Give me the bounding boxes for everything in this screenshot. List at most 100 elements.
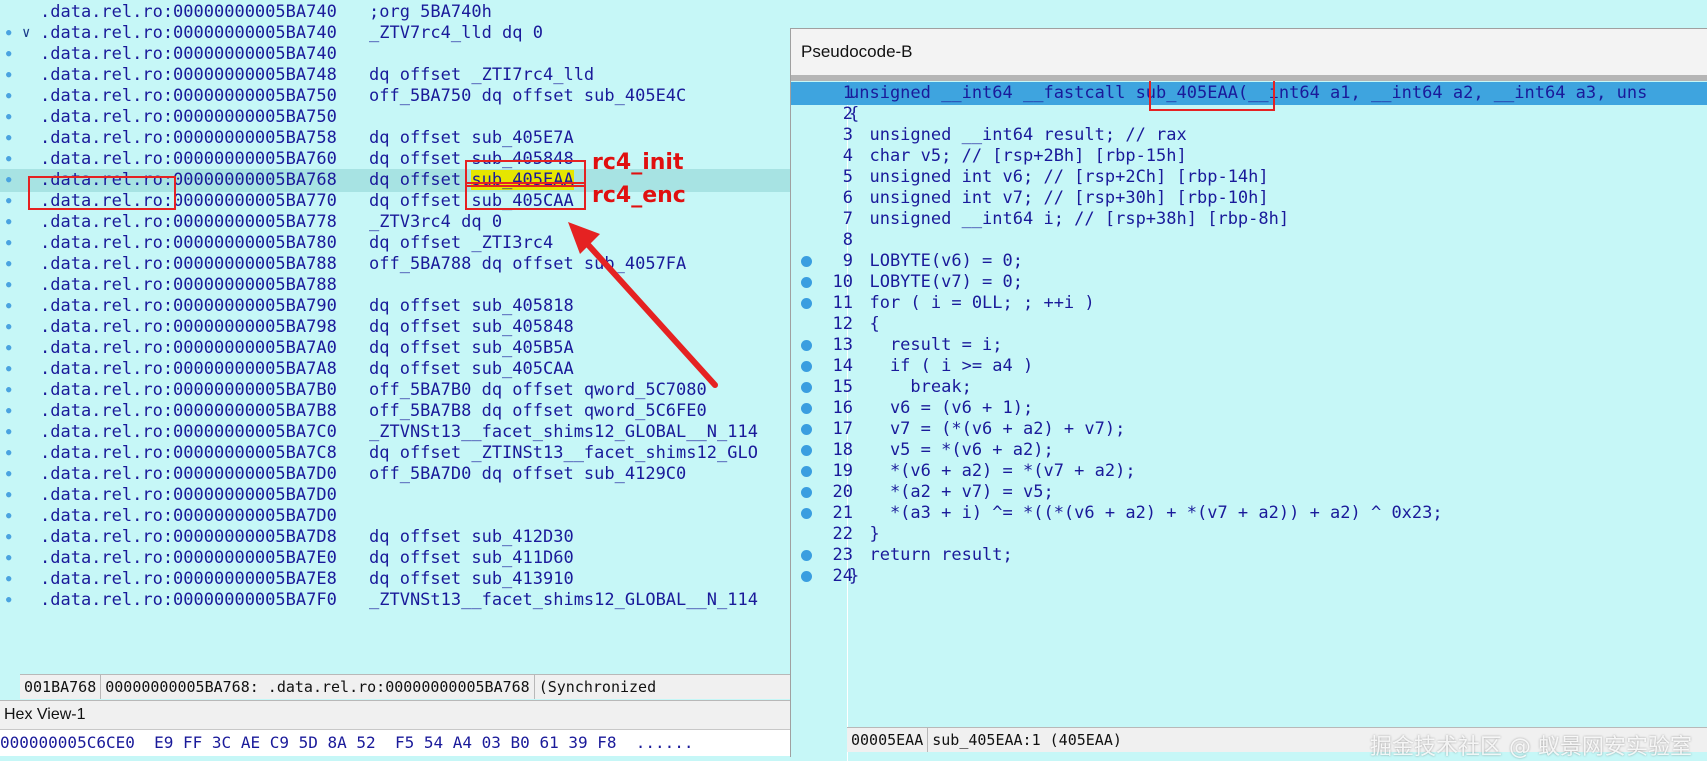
collapse-chevron-icon[interactable]: ∨	[22, 22, 30, 45]
hex-view-line[interactable]: 000000005C6CE0 E9 FF 3C AE C9 5D 8A 52 F…	[0, 730, 790, 756]
pseudocode-text[interactable]: v5 = *(v6 + a2);	[849, 439, 1054, 462]
disasm-line[interactable]: ● .data.rel.ro:00000000005BA7D0 off_5BA7D0…	[0, 463, 790, 486]
disasm-line[interactable]: .data.rel.ro:00000000005BA740 ;org 5BA740…	[0, 1, 790, 24]
disasm-line[interactable]: ● .data.rel.ro:00000000005BA758 dq offset …	[0, 127, 790, 150]
pseudocode-text[interactable]: char v5; // [rsp+2Bh] [rbp-15h]	[849, 145, 1186, 168]
disasm-line[interactable]: ● .data.rel.ro:00000000005BA7D0	[0, 484, 790, 507]
disasm-instruction[interactable]: off_5BA750 dq offset sub_405E4C	[369, 85, 686, 108]
breakpoint-dot-icon[interactable]	[801, 298, 812, 309]
pseudocode-line[interactable]: 12 {	[791, 313, 1707, 336]
pseudocode-line[interactable]: 17 v7 = (*(v6 + a2) + v7);	[791, 418, 1707, 441]
disasm-line[interactable]: ● .data.rel.ro:00000000005BA7C0 _ZTVNSt13_…	[0, 421, 790, 444]
pseudocode-text[interactable]: {	[849, 313, 879, 336]
disasm-line[interactable]: ● .data.rel.ro:00000000005BA7C8 dq offset …	[0, 442, 790, 465]
disasm-line[interactable]: ● .data.rel.ro:00000000005BA7E8 dq offset …	[0, 568, 790, 591]
disasm-instruction[interactable]: dq offset sub_405E7A	[369, 127, 574, 150]
disasm-instruction[interactable]: dq offset sub_413910	[369, 568, 574, 591]
hex-view-tab[interactable]: Hex View-1	[0, 700, 794, 730]
breakpoint-dot-icon[interactable]	[801, 382, 812, 393]
disasm-instruction[interactable]: off_5BA7B8 dq offset qword_5C6FE0	[369, 400, 707, 423]
breakpoint-dot-icon[interactable]	[801, 487, 812, 498]
disasm-line[interactable]: ● ∨ .data.rel.ro:00000000005BA740 _ZTV7rc4_…	[0, 22, 790, 45]
pseudocode-text[interactable]: LOBYTE(v7) = 0;	[849, 271, 1023, 294]
disasm-line[interactable]: ● .data.rel.ro:00000000005BA740	[0, 43, 790, 66]
breakpoint-dot-icon[interactable]	[801, 571, 812, 582]
pseudocode-text[interactable]: break;	[849, 376, 971, 399]
disasm-instruction[interactable]: dq offset sub_411D60	[369, 547, 574, 570]
pseudocode-line[interactable]: 5 unsigned int v6; // [rsp+2Ch] [rbp-14h…	[791, 166, 1707, 189]
pseudocode-text[interactable]: *(a3 + i) ^= *((*(v6 + a2) + *(v7 + a2))…	[849, 502, 1443, 525]
disasm-instruction[interactable]: dq offset _ZTI7rc4_lld	[369, 64, 594, 87]
breakpoint-dot-icon[interactable]	[801, 403, 812, 414]
disasm-instruction[interactable]: dq offset _ZTINSt13__facet_shims12_GLO	[369, 442, 758, 465]
disasm-line[interactable]: ● .data.rel.ro:00000000005BA750	[0, 106, 790, 129]
pseudocode-line[interactable]: 23 return result;	[791, 544, 1707, 567]
pseudocode-text[interactable]: unsigned __int64 result; // rax	[849, 124, 1186, 147]
disasm-line[interactable]: ● .data.rel.ro:00000000005BA7D0	[0, 505, 790, 528]
pseudocode-line[interactable]: 16 v6 = (v6 + 1);	[791, 397, 1707, 420]
pseudocode-line[interactable]: 3 unsigned __int64 result; // rax	[791, 124, 1707, 147]
breakpoint-dot-icon[interactable]	[801, 466, 812, 477]
disasm-instruction[interactable]: dq offset sub_405818	[369, 295, 574, 318]
pseudocode-window[interactable]: Pseudocode-B 1 unsigned __int64 __fastcal…	[790, 28, 1707, 761]
disasm-line[interactable]: ● .data.rel.ro:00000000005BA7F0 _ZTVNSt13_…	[0, 589, 790, 612]
disasm-instruction[interactable]: _ZTV7rc4_lld dq 0	[369, 22, 543, 45]
disasm-instruction[interactable]: dq offset sub_405848	[369, 316, 574, 339]
pseudocode-title-bar[interactable]: Pseudocode-B	[791, 29, 1707, 75]
pseudocode-line[interactable]: 22 }	[791, 523, 1707, 546]
pseudocode-line[interactable]: 4 char v5; // [rsp+2Bh] [rbp-15h]	[791, 145, 1707, 168]
pseudocode-line[interactable]: 7 unsigned __int64 i; // [rsp+38h] [rbp-…	[791, 208, 1707, 231]
disasm-instruction[interactable]: dq offset _ZTI3rc4	[369, 232, 553, 255]
pseudocode-text[interactable]: *(a2 + v7) = v5;	[849, 481, 1054, 504]
breakpoint-dot-icon[interactable]	[801, 256, 812, 267]
pseudocode-text[interactable]: result = i;	[849, 334, 1003, 357]
pseudocode-line[interactable]: 21 *(a3 + i) ^= *((*(v6 + a2) + *(v7 + a…	[791, 502, 1707, 525]
pseudocode-line[interactable]: 19 *(v6 + a2) = *(v7 + a2);	[791, 460, 1707, 483]
disasm-instruction[interactable]: off_5BA7D0 dq offset sub_4129C0	[369, 463, 686, 486]
pseudocode-text[interactable]: LOBYTE(v6) = 0;	[849, 250, 1023, 273]
pseudocode-text[interactable]: for ( i = 0LL; ; ++i )	[849, 292, 1094, 315]
breakpoint-dot-icon[interactable]	[801, 340, 812, 351]
pseudocode-line[interactable]: 11 for ( i = 0LL; ; ++i )	[791, 292, 1707, 315]
breakpoint-dot-icon[interactable]	[801, 445, 812, 456]
pseudocode-text[interactable]: if ( i >= a4 )	[849, 355, 1033, 378]
pseudocode-text[interactable]: v7 = (*(v6 + a2) + v7);	[849, 418, 1125, 441]
disasm-instruction[interactable]: dq offset sub_412D30	[369, 526, 574, 549]
breakpoint-dot-icon[interactable]	[801, 277, 812, 288]
pseudocode-line[interactable]: 8	[791, 229, 1707, 252]
disasm-instruction[interactable]: _ZTV3rc4 dq 0	[369, 211, 502, 234]
breakpoint-dot-icon[interactable]	[801, 424, 812, 435]
breakpoint-dot-icon[interactable]	[801, 361, 812, 372]
breakpoint-dot-icon[interactable]	[801, 508, 812, 519]
pseudocode-line[interactable]: 14 if ( i >= a4 )	[791, 355, 1707, 378]
disasm-instruction[interactable]: _ZTVNSt13__facet_shims12_GLOBAL__N_114	[369, 421, 758, 444]
pseudocode-text[interactable]: *(v6 + a2) = *(v7 + a2);	[849, 460, 1136, 483]
disasm-instruction[interactable]: _ZTVNSt13__facet_shims12_GLOBAL__N_114	[369, 589, 758, 612]
pseudocode-line[interactable]: 9 LOBYTE(v6) = 0;	[791, 250, 1707, 273]
pseudocode-text[interactable]: {	[849, 103, 859, 126]
pseudocode-text[interactable]: }	[849, 565, 859, 588]
disasm-line[interactable]: ● .data.rel.ro:00000000005BA750 off_5BA750…	[0, 85, 790, 108]
disasm-line[interactable]: ● .data.rel.ro:00000000005BA7D8 dq offset …	[0, 526, 790, 549]
pseudocode-line[interactable]: 18 v5 = *(v6 + a2);	[791, 439, 1707, 462]
pseudocode-text[interactable]: unsigned int v6; // [rsp+2Ch] [rbp-14h]	[849, 166, 1268, 189]
breakpoint-dot-icon[interactable]	[801, 550, 812, 561]
disasm-line[interactable]: ● .data.rel.ro:00000000005BA7B8 off_5BA7B8…	[0, 400, 790, 423]
pseudocode-line[interactable]: 13 result = i;	[791, 334, 1707, 357]
pseudocode-line[interactable]: 6 unsigned int v7; // [rsp+30h] [rbp-10h…	[791, 187, 1707, 210]
pseudocode-editor[interactable]: 1 unsigned __int64 __fastcall sub_405EAA(…	[791, 75, 1707, 761]
disasm-instruction[interactable]: dq offset sub_405CAA	[369, 358, 574, 381]
pseudocode-line[interactable]: 24}	[791, 565, 1707, 588]
pseudocode-text[interactable]: unsigned int v7; // [rsp+30h] [rbp-10h]	[849, 187, 1268, 210]
pseudocode-text[interactable]: }	[849, 523, 879, 546]
pseudocode-line[interactable]: 10 LOBYTE(v7) = 0;	[791, 271, 1707, 294]
disasm-instruction[interactable]: ;org 5BA740h	[369, 1, 492, 24]
disasm-line[interactable]: ● .data.rel.ro:00000000005BA7E0 dq offset …	[0, 547, 790, 570]
pseudocode-text[interactable]: unsigned __int64 i; // [rsp+38h] [rbp-8h…	[849, 208, 1289, 231]
pseudocode-text[interactable]: v6 = (v6 + 1);	[849, 397, 1033, 420]
pseudocode-text[interactable]: return result;	[849, 544, 1012, 567]
pseudocode-line[interactable]: 20 *(a2 + v7) = v5;	[791, 481, 1707, 504]
disasm-line[interactable]: ● .data.rel.ro:00000000005BA748 dq offset …	[0, 64, 790, 87]
disasm-instruction[interactable]: dq offset sub_405B5A	[369, 337, 574, 360]
pseudocode-line[interactable]: 15 break;	[791, 376, 1707, 399]
